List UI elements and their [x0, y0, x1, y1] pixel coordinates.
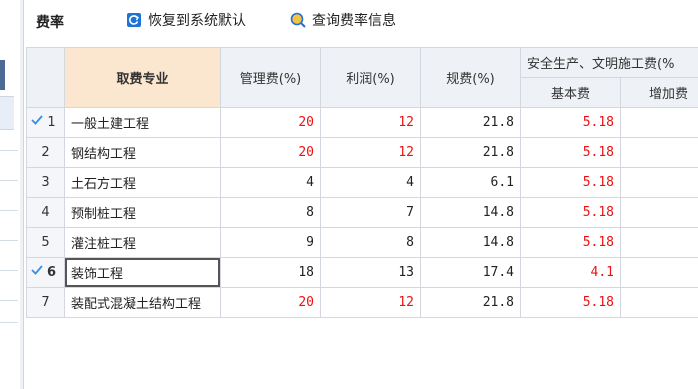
cell-mgmt[interactable]: 18: [220, 257, 321, 288]
cell-mgmt[interactable]: 20: [220, 287, 321, 318]
row-number[interactable]: 4: [26, 197, 65, 228]
row-number-label: 1: [47, 115, 56, 130]
cell-mgmt[interactable]: 4: [220, 167, 321, 198]
left-panel: [0, 0, 21, 389]
cell-safety-extra[interactable]: [620, 287, 698, 318]
row-number[interactable]: 6: [26, 257, 65, 288]
restore-icon: [126, 12, 142, 28]
cell-safety-extra[interactable]: [620, 197, 698, 228]
left-panel-divider: [0, 180, 18, 181]
query-rate-info-label: 查询费率信息: [312, 13, 396, 29]
cell-safety-base[interactable]: 4.1: [520, 257, 621, 288]
row-number-label: 6: [46, 265, 57, 280]
cell-profit[interactable]: 4: [320, 167, 421, 198]
cell-major[interactable]: 装配式混凝土结构工程: [64, 287, 221, 318]
row-number[interactable]: 1: [26, 107, 65, 138]
left-panel-divider: [0, 150, 18, 151]
panel-splitter[interactable]: [20, 0, 24, 389]
cell-safety-base[interactable]: 5.18: [520, 287, 621, 318]
row-number-label: 7: [41, 295, 50, 310]
cell-major[interactable]: 灌注桩工程: [64, 227, 221, 258]
cell-regulatory[interactable]: 21.8: [420, 137, 521, 168]
row-number[interactable]: 5: [26, 227, 65, 258]
table-row[interactable]: 6 装饰工程 18 13 17.4 4.1: [26, 257, 698, 288]
row-number-label: 4: [41, 205, 50, 220]
cell-profit[interactable]: 8: [320, 227, 421, 258]
cell-safety-extra[interactable]: [620, 257, 698, 288]
column-header-profit[interactable]: 利润(%): [320, 47, 421, 108]
cell-safety-base[interactable]: 5.18: [520, 197, 621, 228]
cell-safety-base[interactable]: 5.18: [520, 137, 621, 168]
cell-regulatory[interactable]: 21.8: [420, 107, 521, 138]
cell-regulatory[interactable]: 14.8: [420, 197, 521, 228]
left-panel-divider: [0, 240, 18, 241]
check-icon: [31, 114, 43, 130]
left-panel-divider: [0, 322, 18, 323]
table-row[interactable]: 3 土石方工程 4 4 6.1 5.18: [26, 167, 698, 198]
rate-table-container: 取费专业 管理费(%) 利润(%) 规费(%) 安全生产、文明施工费(% 基本费…: [26, 47, 698, 347]
cell-regulatory[interactable]: 21.8: [420, 287, 521, 318]
cell-regulatory[interactable]: 6.1: [420, 167, 521, 198]
row-number-header: [26, 47, 65, 108]
cell-safety-extra[interactable]: [620, 107, 698, 138]
query-rate-info-button[interactable]: 查询费率信息: [290, 10, 396, 30]
column-header-safety-base[interactable]: 基本费: [520, 77, 621, 108]
column-header-safety-extra[interactable]: 增加费: [620, 77, 698, 108]
toolbar-title: 费率: [36, 15, 64, 31]
left-panel-selected-row[interactable]: [0, 96, 14, 130]
row-number[interactable]: 2: [26, 137, 65, 168]
cell-mgmt[interactable]: 20: [220, 107, 321, 138]
restore-default-button[interactable]: 恢复到系统默认: [126, 10, 246, 30]
row-number-label: 2: [41, 145, 50, 160]
row-number[interactable]: 3: [26, 167, 65, 198]
cell-safety-base[interactable]: 5.18: [520, 107, 621, 138]
row-number-label: 5: [41, 235, 50, 250]
cell-profit[interactable]: 13: [320, 257, 421, 288]
cell-major[interactable]: 一般土建工程: [64, 107, 221, 138]
left-panel-divider: [0, 210, 18, 211]
left-panel-divider: [0, 270, 18, 271]
restore-default-label: 恢复到系统默认: [148, 13, 246, 29]
toolbar: 费率 恢复到系统默认 查询费率信息: [26, 0, 698, 40]
column-header-major[interactable]: 取费专业: [64, 47, 221, 108]
column-header-safety-group[interactable]: 安全生产、文明施工费(%: [520, 47, 698, 78]
cell-mgmt[interactable]: 9: [220, 227, 321, 258]
cell-profit[interactable]: 12: [320, 137, 421, 168]
cell-mgmt[interactable]: 8: [220, 197, 321, 228]
cell-profit[interactable]: 12: [320, 287, 421, 318]
left-panel-divider: [0, 300, 18, 301]
cell-safety-extra[interactable]: [620, 167, 698, 198]
check-icon: [31, 264, 43, 280]
cell-major[interactable]: 钢结构工程: [64, 137, 221, 168]
row-number-label: 3: [41, 175, 50, 190]
cell-safety-extra[interactable]: [620, 137, 698, 168]
cell-regulatory[interactable]: 17.4: [420, 257, 521, 288]
cell-major[interactable]: 装饰工程: [64, 257, 221, 288]
table-row[interactable]: 4 预制桩工程 8 7 14.8 5.18: [26, 197, 698, 228]
cell-major[interactable]: 预制桩工程: [64, 197, 221, 228]
column-header-regulatory[interactable]: 规费(%): [420, 47, 521, 108]
rate-table: 取费专业 管理费(%) 利润(%) 规费(%) 安全生产、文明施工费(% 基本费…: [26, 47, 698, 318]
left-panel-accent: [0, 60, 5, 90]
cell-safety-base[interactable]: 5.18: [520, 227, 621, 258]
table-row[interactable]: 7 装配式混凝土结构工程 20 12 21.8 5.18: [26, 287, 698, 318]
cell-safety-extra[interactable]: [620, 227, 698, 258]
table-row[interactable]: 2 钢结构工程 20 12 21.8 5.18: [26, 137, 698, 168]
cell-profit[interactable]: 7: [320, 197, 421, 228]
search-icon: [290, 12, 306, 28]
cell-major[interactable]: 土石方工程: [64, 167, 221, 198]
cell-mgmt[interactable]: 20: [220, 137, 321, 168]
cell-safety-base[interactable]: 5.18: [520, 167, 621, 198]
column-header-mgmt[interactable]: 管理费(%): [220, 47, 321, 108]
table-row[interactable]: 1 一般土建工程 20 12 21.8 5.18: [26, 107, 698, 138]
table-row[interactable]: 5 灌注桩工程 9 8 14.8 5.18: [26, 227, 698, 258]
cell-profit[interactable]: 12: [320, 107, 421, 138]
cell-regulatory[interactable]: 14.8: [420, 227, 521, 258]
row-number[interactable]: 7: [26, 287, 65, 318]
